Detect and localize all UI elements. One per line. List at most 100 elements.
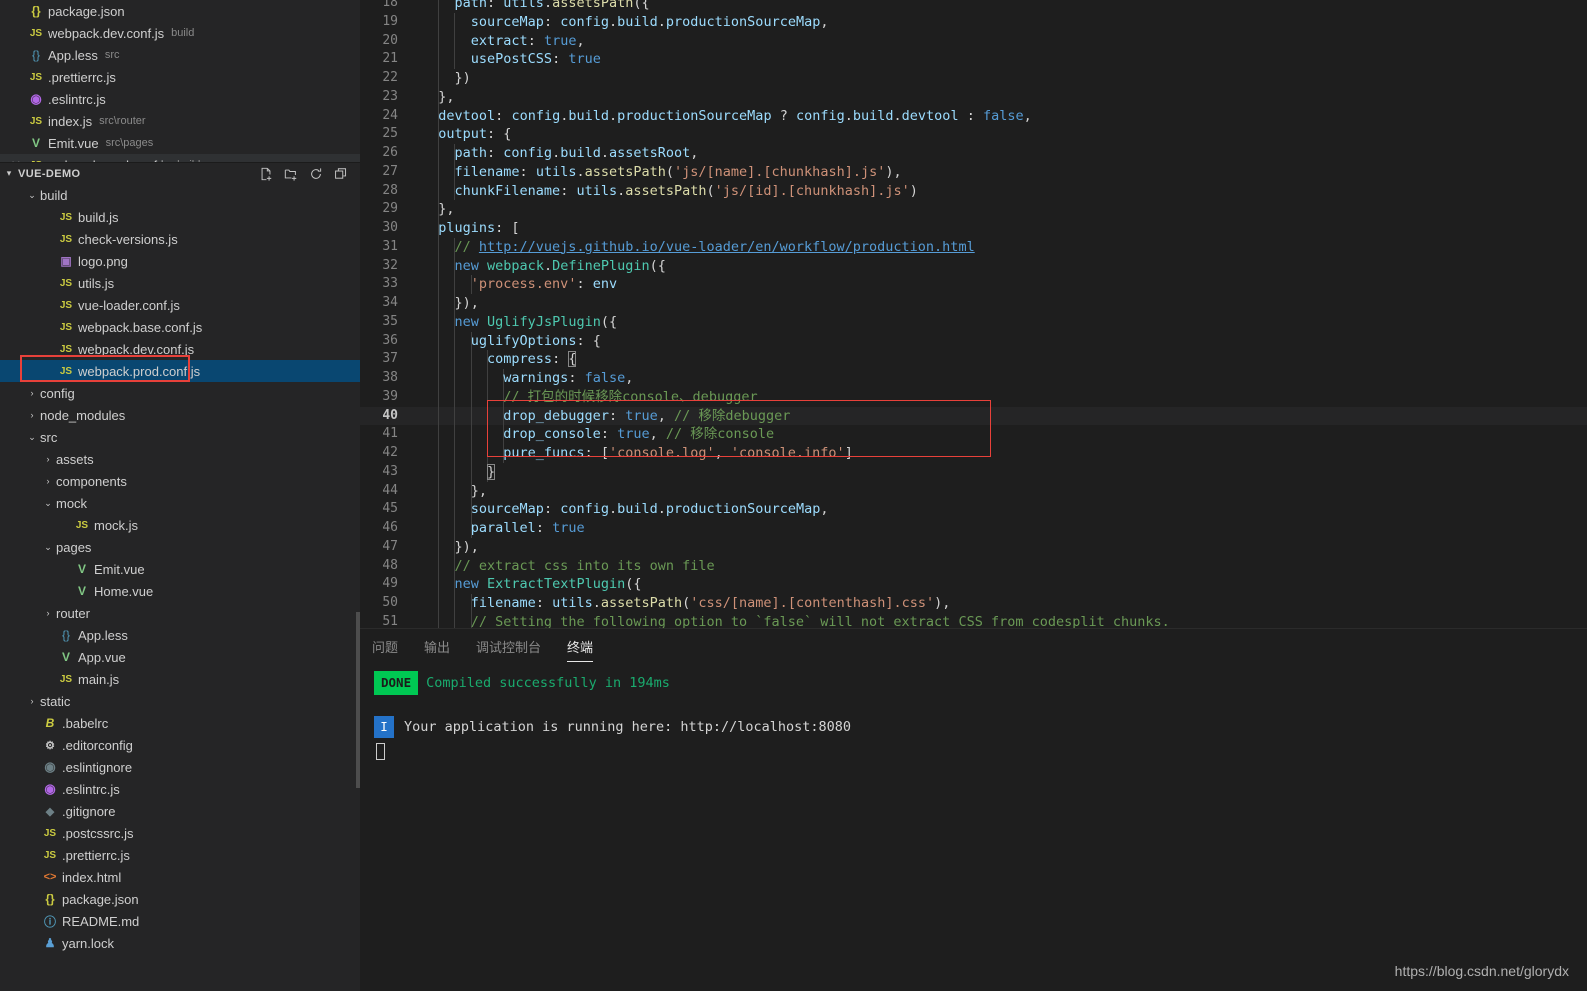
file-tree-item[interactable]: › ⚙ .editorconfig <box>0 734 360 756</box>
code-line[interactable]: 47 }), <box>360 537 1587 557</box>
file-tree-item[interactable]: › ◉ .eslintignore <box>0 756 360 778</box>
file-tree-item[interactable]: ›JS mock.js <box>0 514 360 536</box>
code-line[interactable]: 49 new ExtractTextPlugin({ <box>360 575 1587 594</box>
file-tree-item[interactable]: › B .babelrc <box>0 712 360 734</box>
file-tree-item[interactable]: › ◉ .eslintrc.js <box>0 778 360 800</box>
file-tree-item[interactable]: ›JS vue-loader.conf.js <box>0 294 360 316</box>
file-tree-item[interactable]: ›JS .prettierrc.js <box>0 844 360 866</box>
file-tree-item[interactable]: ›ⓘ README.md <box>0 910 360 932</box>
chevron-down-icon[interactable]: ⌄ <box>40 498 56 509</box>
file-tree-item[interactable]: ›JS utils.js <box>0 272 360 294</box>
chevron-right-icon[interactable]: › <box>40 608 56 618</box>
terminal-output[interactable]: DONE Compiled successfully in 194ms I Yo… <box>360 662 1587 760</box>
code-line[interactable]: 41 drop_console: true, // 移除console <box>360 425 1587 444</box>
code-line[interactable]: 34 }), <box>360 294 1587 313</box>
code-line[interactable]: 39 // 打包的时候移除console、debugger <box>360 387 1587 407</box>
file-tree-item[interactable]: ›<> index.html <box>0 866 360 888</box>
open-editor-item[interactable]: ✕ JS webpack.dev.conf.js build <box>0 22 360 44</box>
panel-tab[interactable]: 问题 <box>372 637 398 662</box>
refresh-icon[interactable] <box>309 167 323 181</box>
code-line[interactable]: 22 }) <box>360 69 1587 88</box>
code-editor[interactable]: 18 path: utils.assetsPath({19 sourceMap:… <box>360 0 1587 628</box>
code-line[interactable]: 43 } <box>360 462 1587 482</box>
code-line[interactable]: 33 'process.env': env <box>360 275 1587 294</box>
chevron-right-icon[interactable]: › <box>24 388 40 398</box>
file-tree-item[interactable]: › config <box>0 382 360 404</box>
file-tree-item[interactable]: › {} App.less <box>0 624 360 646</box>
panel-tab[interactable]: 输出 <box>424 637 450 662</box>
file-tree-item[interactable]: › static <box>0 690 360 712</box>
code-line[interactable]: 27 filename: utils.assetsPath('js/[name]… <box>360 162 1587 182</box>
code-line[interactable]: 46 parallel: true <box>360 519 1587 538</box>
file-tree-item[interactable]: ⌄ mock <box>0 492 360 514</box>
collapse-all-icon[interactable] <box>334 167 348 181</box>
file-tree-item[interactable]: › node_modules <box>0 404 360 426</box>
code-line-active[interactable]: 40 drop_debugger: true, // 移除debugger <box>360 406 1587 426</box>
code-line[interactable]: 20 extract: true, <box>360 31 1587 51</box>
new-folder-icon[interactable] <box>284 167 298 181</box>
file-tree-item[interactable]: › ◆ .gitignore <box>0 800 360 822</box>
code-line[interactable]: 26 path: config.build.assetsRoot, <box>360 144 1587 163</box>
code-line[interactable]: 24 devtool: config.build.productionSourc… <box>360 106 1587 126</box>
file-tree-item[interactable]: ⌄ pages <box>0 536 360 558</box>
code-line[interactable]: 44 }, <box>360 481 1587 501</box>
code-line[interactable]: 48 // extract css into its own file <box>360 556 1587 576</box>
panel-tab[interactable]: 调试控制台 <box>476 637 541 662</box>
file-tree-item[interactable]: › {} package.json <box>0 888 360 910</box>
chevron-right-icon[interactable]: › <box>24 410 40 420</box>
file-tree-item[interactable]: ›JS check-versions.js <box>0 228 360 250</box>
file-tree-item-selected[interactable]: ›JS webpack.prod.conf.js <box>0 355 360 382</box>
code-line[interactable]: 36 uglifyOptions: { <box>360 331 1587 351</box>
file-tree-item[interactable]: ⌄ src <box>0 426 360 448</box>
code-line[interactable]: 35 new UglifyJsPlugin({ <box>360 312 1587 332</box>
code-line[interactable]: 45 sourceMap: config.build.productionSou… <box>360 500 1587 519</box>
file-tree-item[interactable]: ›JS build.js <box>0 206 360 228</box>
code-line[interactable]: 30 plugins: [ <box>360 219 1587 238</box>
file-tree-label: build.js <box>78 209 119 225</box>
file-tree-item[interactable]: ›JS webpack.dev.conf.js <box>0 338 360 360</box>
chevron-right-icon[interactable]: › <box>40 476 56 486</box>
file-tree-item[interactable]: › V Home.vue <box>0 580 360 602</box>
open-editor-item[interactable]: ✕ V Emit.vue src\pages <box>0 132 360 154</box>
twisty-spacer: › <box>24 718 40 728</box>
open-editor-item[interactable]: ✕ ◉ .eslintrc.js <box>0 88 360 110</box>
file-tree-item[interactable]: › V Emit.vue <box>0 558 360 580</box>
chevron-right-icon[interactable]: › <box>40 454 56 464</box>
file-tree-item[interactable]: ›JS main.js <box>0 668 360 690</box>
code-line[interactable]: 28 chunkFilename: utils.assetsPath('js/[… <box>360 181 1587 201</box>
file-tree-item[interactable]: › assets <box>0 448 360 470</box>
code-line[interactable]: 18 path: utils.assetsPath({ <box>360 0 1587 13</box>
chevron-down-icon[interactable]: ⌄ <box>24 190 40 201</box>
explorer-section-header[interactable]: ▾ VUE-DEMO <box>0 162 360 184</box>
file-tree-item[interactable]: › ▣ logo.png <box>0 250 360 272</box>
file-tree-item[interactable]: ⌄ build <box>0 184 360 206</box>
file-tree-item[interactable]: › V App.vue <box>0 646 360 668</box>
code-line[interactable]: 21 usePostCSS: true <box>360 50 1587 69</box>
chevron-down-icon[interactable]: ⌄ <box>40 542 56 553</box>
file-tree-item[interactable]: ›JS .postcssrc.js <box>0 822 360 844</box>
file-tree-item[interactable]: › components <box>0 470 360 492</box>
panel-tab[interactable]: 终端 <box>567 637 594 662</box>
code-line[interactable]: 23 }, <box>360 87 1587 107</box>
chevron-down-icon[interactable]: ⌄ <box>24 432 40 443</box>
code-line[interactable]: 51 // Setting the following option to `f… <box>360 612 1587 628</box>
new-file-icon[interactable] <box>259 167 273 181</box>
open-editor-item[interactable]: ✕ JS index.js src\router <box>0 110 360 132</box>
code-line[interactable]: 50 filename: utils.assetsPath('css/[name… <box>360 594 1587 613</box>
code-line[interactable]: 29 }, <box>360 200 1587 219</box>
file-tree-item[interactable]: ›JS webpack.base.conf.js <box>0 316 360 338</box>
open-editor-item[interactable]: ✕ {} package.json <box>0 0 360 22</box>
code-line[interactable]: 19 sourceMap: config.build.productionSou… <box>360 12 1587 32</box>
code-line[interactable]: 25 output: { <box>360 125 1587 144</box>
code-line[interactable]: 37 compress: { <box>360 350 1587 369</box>
file-tree-item[interactable]: › router <box>0 602 360 624</box>
file-tree-item[interactable]: › ♟ yarn.lock <box>0 932 360 954</box>
code-line[interactable]: 32 new webpack.DefinePlugin({ <box>360 256 1587 276</box>
open-editor-item[interactable]: ✕ {} App.less src <box>0 44 360 66</box>
code-line[interactable]: 42 pure_funcs: ['console.log', 'console.… <box>360 444 1587 463</box>
code-line[interactable]: 31 // http://vuejs.github.io/vue-loader/… <box>360 237 1587 257</box>
chevron-right-icon[interactable]: › <box>24 696 40 706</box>
chevron-down-icon[interactable]: ▾ <box>0 168 18 179</box>
open-editor-item[interactable]: ✕ JS .prettierrc.js <box>0 66 360 88</box>
code-line[interactable]: 38 warnings: false, <box>360 369 1587 388</box>
